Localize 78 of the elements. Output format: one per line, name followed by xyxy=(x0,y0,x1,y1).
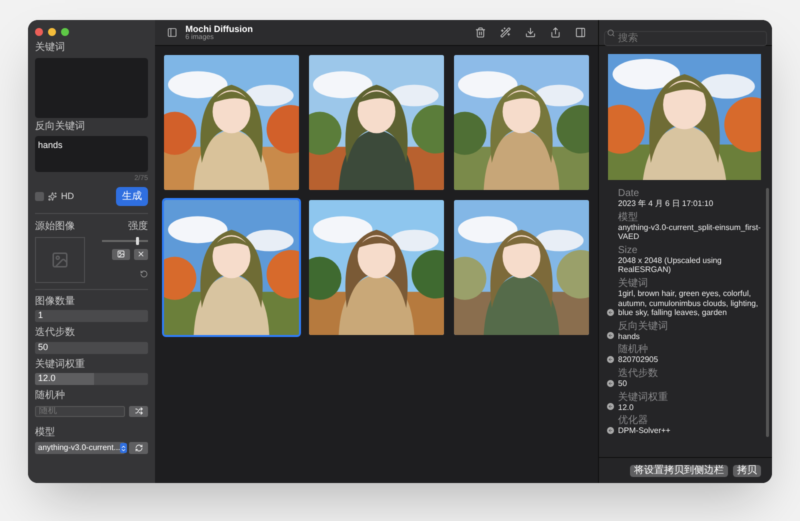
search-field[interactable]: 搜索 xyxy=(604,31,767,46)
copy-to-sidebar-button[interactable] xyxy=(607,380,614,387)
number-field[interactable]: 50 xyxy=(35,342,148,354)
model-dropdown[interactable]: anything-v3.0-current... xyxy=(35,442,125,454)
field-label: 关键词 xyxy=(35,42,66,54)
info-label: Date xyxy=(618,188,640,199)
hd-checkbox[interactable] xyxy=(35,192,44,201)
close-icon xyxy=(137,250,145,258)
zoom-window-button[interactable] xyxy=(61,28,69,36)
arrow-icon xyxy=(608,310,613,315)
copy-to-sidebar-button[interactable] xyxy=(607,403,614,410)
copy-to-sidebar-button[interactable] xyxy=(607,308,614,316)
field-label: 关键词权重 xyxy=(35,358,86,371)
choose-image-button[interactable] xyxy=(112,248,130,260)
refresh-button[interactable] xyxy=(129,442,148,454)
number-field[interactable]: 1 xyxy=(35,310,148,322)
scrollbar[interactable] xyxy=(766,188,769,437)
field-label: 反向关键词 xyxy=(35,120,86,133)
copy-to-sidebar-button[interactable] xyxy=(607,332,614,340)
copy-to-sidebar-button[interactable] xyxy=(607,356,614,363)
arrow-icon xyxy=(608,428,613,433)
hd-label: HD xyxy=(61,190,74,203)
inspector-toggle-icon[interactable] xyxy=(575,27,586,38)
sidebar-toggle-icon[interactable] xyxy=(167,27,178,38)
info-label: 关键词权重 xyxy=(618,392,668,403)
info-value: hands xyxy=(618,332,641,342)
arrow-icon xyxy=(608,404,613,410)
image-icon xyxy=(117,250,125,258)
slider-thumb[interactable] xyxy=(136,236,138,244)
info-label: 优化器 xyxy=(618,415,649,426)
field-label: 源始图像 xyxy=(35,221,75,234)
copy-button[interactable]: 将设置拷贝到侧边栏 xyxy=(630,464,728,476)
window-title: Mochi Diffusion xyxy=(185,24,254,34)
trash-icon[interactable] xyxy=(475,27,486,38)
info-value: 1girl, brown hair, green eyes, colorful, autumn, cumulonimbus clouds, lighting, blue sky, falling leaves, garden xyxy=(618,288,760,318)
info-value: 820702905 xyxy=(618,355,658,365)
field-label: 随机种 xyxy=(35,390,66,402)
arrow-icon xyxy=(608,333,613,338)
shuffle-icon xyxy=(134,407,142,415)
info-value: 2048 x 2048 (Upscaled using RealESRGAN) xyxy=(618,256,723,275)
info-value: 2023 年 4 月 6 日 17:01:10 xyxy=(618,199,714,209)
info-label: Size xyxy=(618,244,638,256)
slider-field[interactable]: 12.0 xyxy=(35,373,148,385)
info-label: 关键词 xyxy=(618,278,649,289)
shuffle-button[interactable] xyxy=(129,406,148,416)
clear-image-button[interactable] xyxy=(134,248,148,260)
slider-value: 12.0 xyxy=(37,373,56,385)
search-icon xyxy=(607,29,615,37)
prompt-field[interactable] xyxy=(35,58,148,118)
arrow-icon xyxy=(608,356,613,362)
info-label: 反向关键词 xyxy=(618,320,668,332)
close-window-button[interactable] xyxy=(35,28,43,36)
share-icon[interactable] xyxy=(550,27,561,38)
info-label: 模型 xyxy=(618,212,639,223)
strength-slider[interactable] xyxy=(102,236,148,244)
info-value: anything-v3.0-current_split-einsum_first-VAED xyxy=(618,222,762,242)
info-value: 12.0 xyxy=(618,402,635,412)
field-label: 强度 xyxy=(128,221,148,234)
copy-to-sidebar-button[interactable] xyxy=(607,426,614,434)
copy-button[interactable]: 拷贝 xyxy=(733,464,761,476)
sparkle-icon xyxy=(48,192,57,201)
info-label: 随机种 xyxy=(618,344,649,356)
arrow-icon xyxy=(608,380,613,386)
minimize-window-button[interactable] xyxy=(48,28,56,36)
magic-wand-icon[interactable] xyxy=(500,27,511,38)
field-label: 图像数量 xyxy=(35,296,76,308)
negative-prompt-field[interactable]: hands xyxy=(35,136,148,172)
reset-icon[interactable] xyxy=(140,270,148,278)
field-label: 模型 xyxy=(35,426,56,439)
info-value: DPM-Solver++ xyxy=(618,426,670,436)
refresh-icon xyxy=(134,444,142,452)
up-down-chevron-icon xyxy=(120,444,128,452)
field-label: 迭代步数 xyxy=(35,327,76,340)
image-placeholder-icon xyxy=(51,250,69,268)
download-icon[interactable] xyxy=(525,27,536,38)
info-value: 50 xyxy=(618,378,628,389)
info-label: 迭代步数 xyxy=(618,368,658,379)
generate-button[interactable]: 生成 xyxy=(116,187,148,206)
